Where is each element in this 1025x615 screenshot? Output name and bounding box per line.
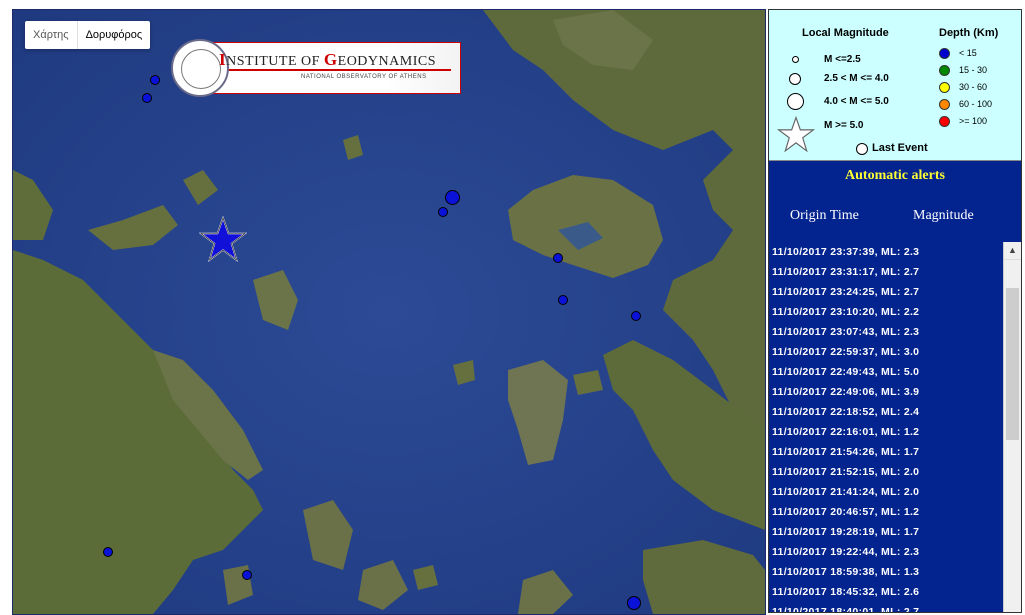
depth-legend-item: < 15	[959, 48, 977, 58]
earthquake-marker[interactable]	[631, 311, 641, 321]
alert-row[interactable]: 11/10/2017 23:24:25, ML: 2.7	[769, 282, 1003, 302]
depth-dot-icon	[939, 65, 950, 76]
magnitude-large-circle-icon	[787, 93, 804, 110]
origin-time-header: Origin Time	[790, 208, 859, 223]
depth-legend-item: >= 100	[959, 116, 988, 126]
alert-row[interactable]: 11/10/2017 23:10:20, ML: 2.2	[769, 302, 1003, 322]
magnitude-legend-item: M >= 5.0	[824, 120, 864, 131]
magnitude-legend-item: M <=2.5	[824, 54, 861, 65]
magnitude-medium-circle-icon	[789, 73, 801, 85]
alert-row[interactable]: 11/10/2017 19:28:19, ML: 1.7	[769, 522, 1003, 542]
legend: Local Magnitude Depth (Km) M <=2.5 2.5 <…	[769, 10, 1021, 161]
last-event-star-marker[interactable]	[199, 216, 247, 264]
scroll-up-arrow-icon[interactable]: ▲	[1004, 242, 1021, 260]
earthquake-marker[interactable]	[627, 596, 641, 610]
last-event-circle-icon	[856, 143, 868, 155]
depth-dot-icon	[939, 116, 950, 127]
alert-row[interactable]: 11/10/2017 22:49:43, ML: 5.0	[769, 362, 1003, 382]
alert-row[interactable]: 11/10/2017 21:52:15, ML: 2.0	[769, 462, 1003, 482]
earthquake-marker[interactable]	[142, 93, 152, 103]
satellite-type-button[interactable]: Δορυφόρος	[76, 21, 151, 49]
map-type-control: Χάρτης Δορυφόρος	[25, 21, 151, 49]
magnitude-legend-item: 4.0 < M <= 5.0	[824, 96, 889, 107]
magnitude-small-circle-icon	[792, 56, 799, 63]
earthquake-marker[interactable]	[103, 547, 113, 557]
alerts-panel: Local Magnitude Depth (Km) M <=2.5 2.5 <…	[768, 9, 1022, 613]
institute-logo: INSTITUTE OF GEODYNAMICS NATIONAL OBSERV…	[171, 39, 461, 97]
alert-row[interactable]: 11/10/2017 22:16:01, ML: 1.2	[769, 422, 1003, 442]
depth-legend-title: Depth (Km)	[939, 27, 999, 39]
alerts-list: 11/10/2017 23:37:39, ML: 2.3 11/10/2017 2…	[769, 242, 1003, 612]
alert-row[interactable]: 11/10/2017 23:31:17, ML: 2.7	[769, 262, 1003, 282]
magnitude-legend-title: Local Magnitude	[802, 27, 889, 39]
alerts-title: Automatic alerts	[845, 168, 945, 183]
earthquake-marker[interactable]	[553, 253, 563, 263]
scrollbar-thumb[interactable]	[1006, 288, 1019, 440]
alert-row[interactable]: 11/10/2017 22:49:06, ML: 3.9	[769, 382, 1003, 402]
depth-legend-item: 60 - 100	[959, 99, 993, 109]
earthquake-marker[interactable]	[558, 295, 568, 305]
magnitude-header: Magnitude	[913, 208, 974, 223]
alert-row[interactable]: 11/10/2017 18:45:32, ML: 2.6	[769, 582, 1003, 602]
alert-row[interactable]: 11/10/2017 22:18:52, ML: 2.4	[769, 402, 1003, 422]
depth-dot-icon	[939, 99, 950, 110]
logo-title: INSTITUTE OF GEODYNAMICS	[219, 50, 436, 69]
alert-row[interactable]: 11/10/2017 19:22:44, ML: 2.3	[769, 542, 1003, 562]
earthquake-marker[interactable]	[438, 207, 448, 217]
alerts-scrollbar[interactable]: ▲	[1003, 242, 1021, 612]
earthquake-marker[interactable]	[242, 570, 252, 580]
map-terrain	[13, 10, 765, 614]
magnitude-star-icon	[777, 116, 815, 153]
depth-dot-icon	[939, 48, 950, 59]
alert-row[interactable]: 11/10/2017 23:37:39, ML: 2.3	[769, 242, 1003, 262]
alert-row[interactable]: 11/10/2017 18:40:01, ML: 2.7	[769, 602, 1003, 612]
satellite-map[interactable]: Χάρτης Δορυφόρος INSTITUTE OF GEODYNAMIC…	[12, 9, 766, 615]
alert-row[interactable]: 11/10/2017 22:59:37, ML: 3.0	[769, 342, 1003, 362]
depth-dot-icon	[939, 82, 950, 93]
magnitude-legend-item: 2.5 < M <= 4.0	[824, 73, 889, 84]
logo-subtitle: NATIONAL OBSERVATORY OF ATHENS	[301, 74, 427, 80]
alert-row[interactable]: 11/10/2017 21:54:26, ML: 1.7	[769, 442, 1003, 462]
alert-row[interactable]: 11/10/2017 23:07:43, ML: 2.3	[769, 322, 1003, 342]
last-event-label: Last Event	[872, 142, 928, 154]
depth-legend-item: 15 - 30	[959, 65, 988, 75]
map-type-button[interactable]: Χάρτης	[25, 21, 77, 49]
earthquake-marker[interactable]	[445, 190, 460, 205]
alert-row[interactable]: 11/10/2017 21:41:24, ML: 2.0	[769, 482, 1003, 502]
earthquake-marker[interactable]	[150, 75, 160, 85]
depth-legend-item: 30 - 60	[959, 82, 988, 92]
alert-row[interactable]: 11/10/2017 20:46:57, ML: 1.2	[769, 502, 1003, 522]
alert-row[interactable]: 11/10/2017 18:59:38, ML: 1.3	[769, 562, 1003, 582]
